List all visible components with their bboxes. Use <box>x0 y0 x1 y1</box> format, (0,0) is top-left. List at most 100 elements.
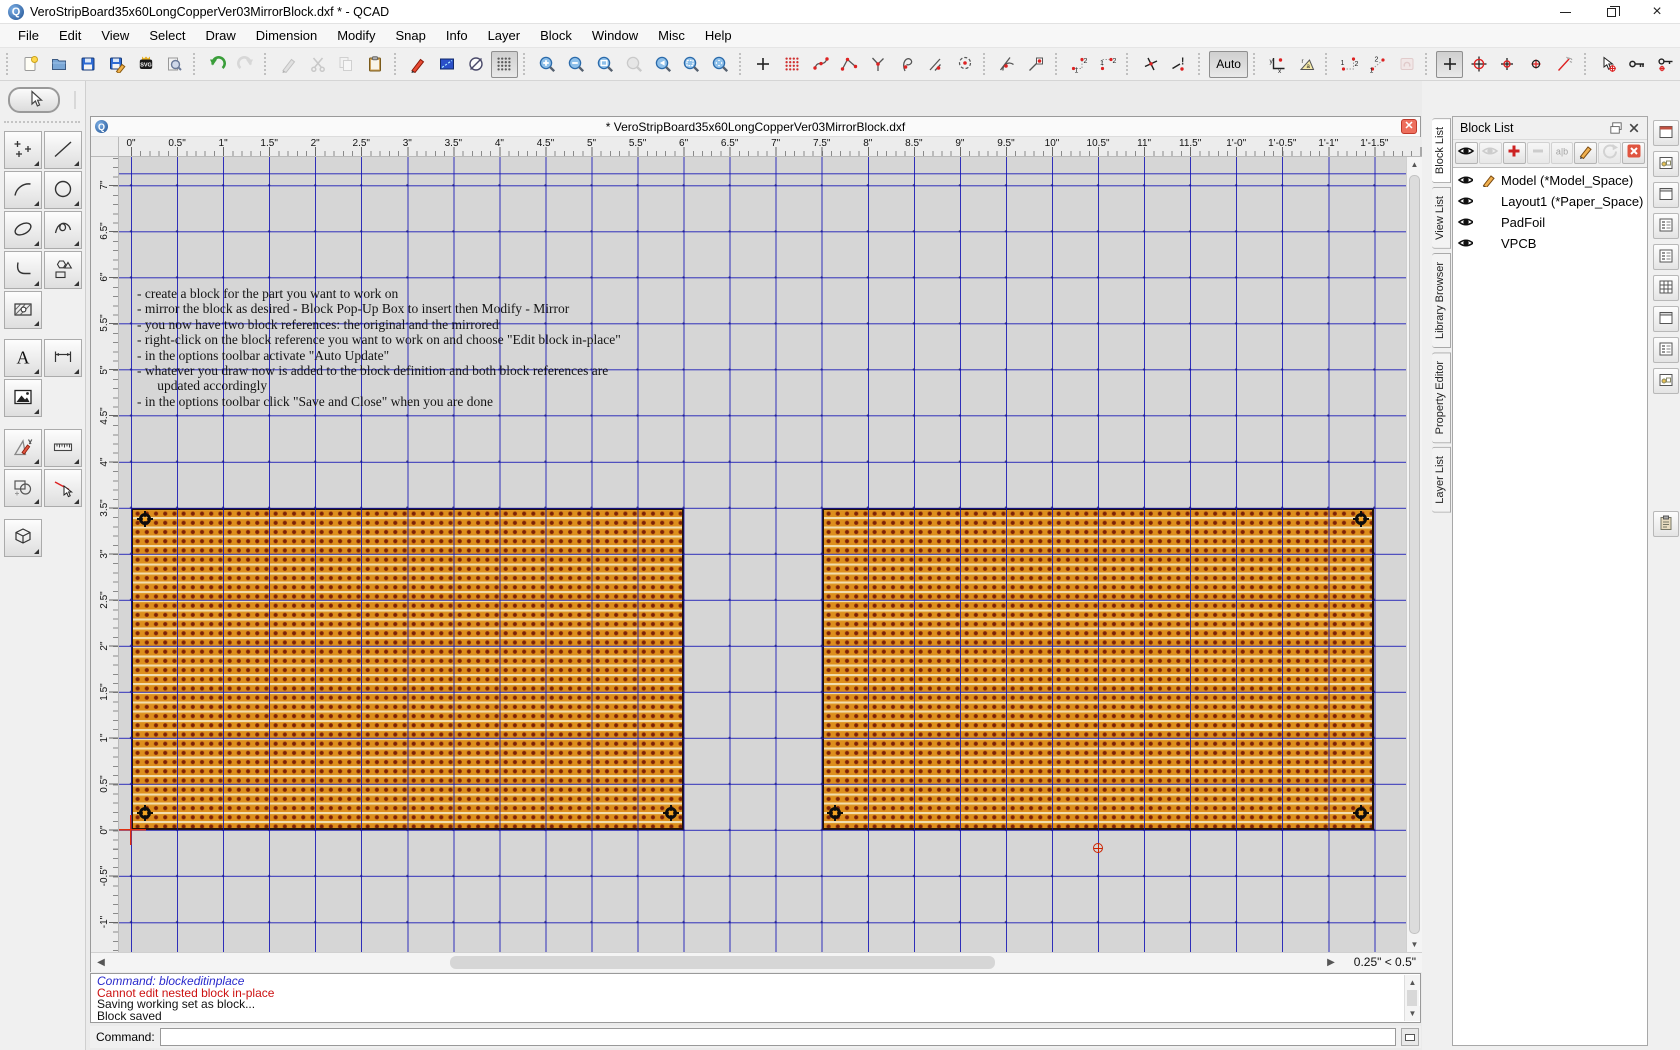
snap-endpoints-button[interactable] <box>836 51 863 78</box>
menu-draw[interactable]: Draw <box>195 25 245 46</box>
restrict-vertical-button[interactable]: 12 <box>1094 51 1121 78</box>
document-close-button[interactable]: ✕ <box>1401 119 1417 134</box>
menu-layer[interactable]: Layer <box>478 25 531 46</box>
relative-cartesian-button[interactable]: 12 <box>1336 51 1363 78</box>
no-hatch-button[interactable] <box>462 51 489 78</box>
text-tools-button[interactable]: A <box>4 339 42 377</box>
dock-button-6[interactable] <box>1653 275 1679 301</box>
snap-tangent-button[interactable] <box>994 51 1021 78</box>
open-file-button[interactable] <box>46 51 73 78</box>
menu-misc[interactable]: Misc <box>648 25 695 46</box>
reference-point-small-button[interactable] <box>1523 51 1550 78</box>
scroll-down-icon[interactable]: ▼ <box>1407 937 1422 952</box>
reference-point-marker[interactable] <box>1093 843 1103 853</box>
block-name[interactable]: Model (*Model_Space) <box>1499 173 1633 188</box>
new-file-button[interactable] <box>17 51 44 78</box>
isometric-tools-button[interactable] <box>4 519 42 557</box>
crosshair-toggle-button[interactable] <box>1436 51 1463 78</box>
menu-modify[interactable]: Modify <box>327 25 385 46</box>
command-input[interactable] <box>160 1028 1396 1046</box>
menu-edit[interactable]: Edit <box>49 25 91 46</box>
insert-block-button[interactable] <box>1598 142 1621 164</box>
print-preview-button[interactable] <box>161 51 188 78</box>
scroll-up-icon[interactable]: ▲ <box>1407 157 1422 172</box>
line-tools-button[interactable] <box>44 131 82 169</box>
paste-reference-button[interactable] <box>1394 51 1421 78</box>
select-reference-button[interactable] <box>1594 51 1621 78</box>
vscroll-thumb[interactable] <box>1409 175 1420 934</box>
pcb-board-left[interactable] <box>131 508 684 830</box>
snap-auto-button[interactable] <box>807 51 834 78</box>
draw-color-button[interactable] <box>405 51 432 78</box>
block-reference-marker[interactable] <box>137 511 153 527</box>
restrict-horizontal-button[interactable]: 12 <box>1066 51 1093 78</box>
command-options-button[interactable] <box>1401 1028 1419 1046</box>
save-button[interactable] <box>75 51 102 78</box>
close-button[interactable]: × <box>1634 0 1680 24</box>
purge-block-button[interactable] <box>1622 142 1645 164</box>
dock-button-4[interactable] <box>1653 213 1679 239</box>
hatch-tools-button[interactable] <box>4 291 42 329</box>
snap-free-button[interactable] <box>750 51 777 78</box>
line-style-button[interactable] <box>433 51 460 78</box>
dimension-tools-button[interactable] <box>44 339 82 377</box>
dock-button-10[interactable] <box>1653 511 1679 537</box>
scroll-right-icon[interactable]: ▶ <box>1323 953 1339 972</box>
history-scroll-down-icon[interactable]: ▼ <box>1405 1006 1420 1021</box>
snap-perpendicular-button[interactable] <box>922 51 949 78</box>
paste-button[interactable] <box>362 51 389 78</box>
menu-dimension[interactable]: Dimension <box>246 25 327 46</box>
circle-tools-button[interactable] <box>44 171 82 209</box>
cut-button[interactable] <box>304 51 331 78</box>
menu-info[interactable]: Info <box>436 25 478 46</box>
block-list-row[interactable]: Model (*Model_Space) <box>1453 170 1647 191</box>
export-svg-button[interactable]: SVG <box>132 51 159 78</box>
drafting-tools-button[interactable] <box>4 429 42 467</box>
zoom-back-button[interactable] <box>649 51 676 78</box>
zoom-in-button[interactable] <box>534 51 561 78</box>
dock-button-7[interactable] <box>1653 306 1679 332</box>
snap-center-button[interactable] <box>951 51 978 78</box>
zoom-previous-button[interactable] <box>620 51 647 78</box>
dock-tab-property-editor[interactable]: Property Editor <box>1432 352 1451 443</box>
angle-snap-button[interactable] <box>1552 51 1579 78</box>
snap-intersection-button[interactable] <box>865 51 892 78</box>
menu-select[interactable]: Select <box>139 25 195 46</box>
horizontal-scrollbar[interactable]: ◀ ▶ 0.25" < 0.5" <box>91 952 1422 972</box>
auto-zoom-button[interactable] <box>591 51 618 78</box>
spline-tools-button[interactable] <box>44 211 82 249</box>
relative-polar-button[interactable]: 21 <box>1365 51 1392 78</box>
restore-button[interactable] <box>1588 0 1634 24</box>
point-tools-button[interactable] <box>4 131 42 169</box>
block-name[interactable]: VPCB <box>1499 236 1536 251</box>
menu-help[interactable]: Help <box>695 25 742 46</box>
copy-button[interactable] <box>333 51 360 78</box>
pcb-board-right[interactable] <box>822 508 1375 830</box>
dock-button-2[interactable] <box>1653 151 1679 177</box>
canvas-annotation-text[interactable]: - create a block for the part you want t… <box>137 286 621 409</box>
block-list-row[interactable]: VPCB <box>1453 233 1647 254</box>
reference-point-full-button[interactable] <box>1465 51 1492 78</box>
show-all-blocks-button[interactable] <box>1455 142 1478 164</box>
hide-all-blocks-button[interactable] <box>1479 142 1502 164</box>
history-scrollbar[interactable]: ▲ ▼ <box>1404 975 1419 1021</box>
arc-tools-button[interactable] <box>4 171 42 209</box>
block-list-row[interactable]: Layout1 (*Paper_Space) <box>1453 191 1647 212</box>
image-tools-button[interactable] <box>4 379 42 417</box>
measure-tools-button[interactable] <box>44 429 82 467</box>
set-relative-zero-button[interactable] <box>1652 51 1679 78</box>
modify-tools-button[interactable] <box>4 469 42 507</box>
snap-reference-button[interactable] <box>1023 51 1050 78</box>
restrict-orthogonal-button[interactable] <box>1137 51 1164 78</box>
add-block-button[interactable] <box>1503 142 1526 164</box>
block-reference-marker[interactable] <box>1353 511 1369 527</box>
menu-block[interactable]: Block <box>530 25 582 46</box>
menu-snap[interactable]: Snap <box>386 25 436 46</box>
pan-zoom-button[interactable] <box>707 51 734 78</box>
dock-tab-library-browser[interactable]: Library Browser <box>1432 253 1451 348</box>
hscroll-thumb[interactable] <box>450 956 995 969</box>
zoom-window-button[interactable] <box>678 51 705 78</box>
history-scroll-up-icon[interactable]: ▲ <box>1405 975 1420 990</box>
block-visibility-toggle[interactable] <box>1453 171 1477 190</box>
block-reference-marker[interactable] <box>827 805 843 821</box>
